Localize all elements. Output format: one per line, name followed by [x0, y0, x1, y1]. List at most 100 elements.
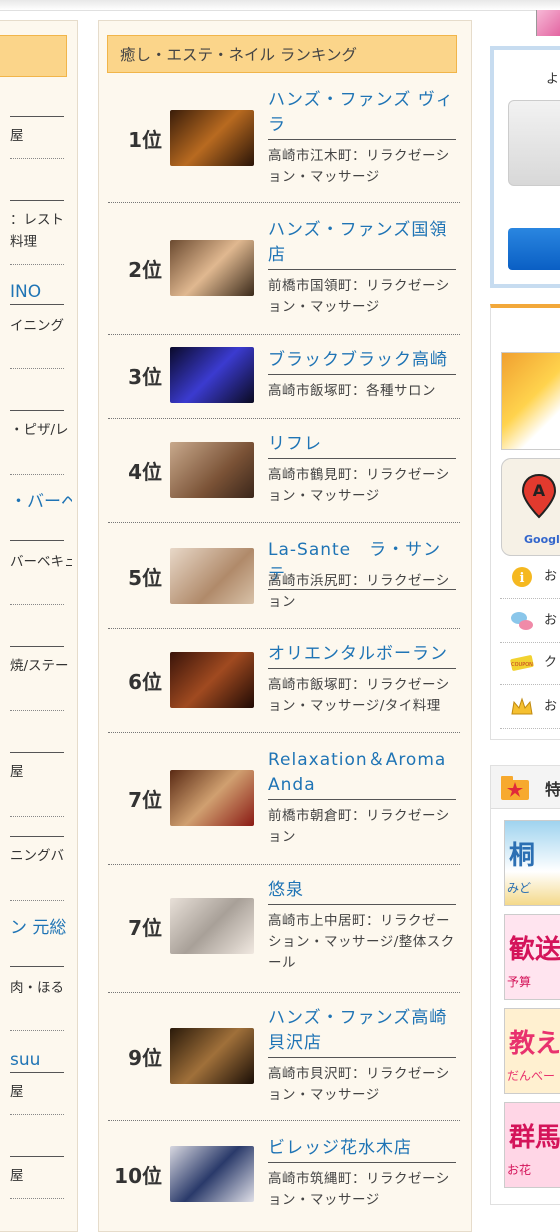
greeting-text: よ — [546, 72, 560, 87]
side-menu-label: お — [544, 699, 558, 714]
left-shop-desc: ・ピザ/レ — [10, 422, 69, 438]
side-menu-link[interactable]: iお — [508, 562, 560, 592]
rank-label: 6位 — [128, 669, 162, 694]
corner-banner[interactable] — [536, 10, 560, 36]
side-menu-link[interactable]: お — [508, 606, 560, 636]
rank-label: 1位 — [128, 128, 162, 152]
ranking-separator — [108, 732, 460, 733]
shop-name-link[interactable]: ブラックブラック高崎 — [268, 348, 456, 375]
shop-name-link[interactable]: ハンズ・ファンズ ヴィラ — [268, 88, 456, 140]
ranking-separator — [108, 628, 460, 629]
shop-thumbnail[interactable] — [170, 441, 254, 498]
left-divider — [10, 368, 64, 369]
left-shop-desc: ：レスト — [10, 212, 64, 228]
info-icon: i — [510, 566, 534, 588]
beer-banner[interactable] — [501, 352, 560, 450]
side-menu-divider — [500, 684, 560, 685]
shop-name-link[interactable]: ビレッジ花水木店 — [268, 1136, 456, 1163]
left-shop-link[interactable]: ン 元総 — [10, 918, 72, 939]
left-divider — [10, 264, 64, 265]
left-divider — [10, 540, 64, 541]
shop-description: 高崎市筑縄町：リラクゼーション・マッサージ — [268, 1171, 450, 1208]
login-button[interactable] — [508, 228, 560, 270]
side-menu-label: お — [544, 613, 558, 628]
feature-banner[interactable]: 教えてだんべー — [504, 1008, 560, 1094]
shop-description: 高崎市貝沢町：リラクゼーション・マッサージ — [268, 1066, 450, 1103]
shop-description: 高崎市鶴見町：リラクゼーション・マッサージ — [268, 467, 450, 504]
ranking-separator — [108, 992, 460, 993]
shop-name-link[interactable]: オリエンタルボーラン — [268, 642, 456, 669]
ranking-separator — [108, 1120, 460, 1121]
shop-thumbnail[interactable] — [170, 770, 254, 826]
left-panel-header — [0, 35, 67, 77]
shop-thumbnail[interactable] — [170, 1028, 254, 1084]
left-divider — [10, 200, 64, 201]
left-shop-desc: 料理 — [10, 234, 37, 250]
left-shop-desc: 屋 — [10, 1084, 24, 1100]
banner-title: 桐 — [509, 841, 536, 871]
side-menu-divider — [500, 728, 560, 729]
left-divider — [10, 900, 64, 901]
left-shop-desc: イニング — [10, 318, 64, 334]
feature-header: 特 — [491, 766, 560, 809]
ranking-separator — [108, 522, 460, 523]
crown-icon — [510, 696, 534, 718]
side-menu-link[interactable]: お — [508, 692, 560, 722]
rank-label: 7位 — [128, 788, 162, 812]
ranking-separator — [108, 418, 460, 419]
feature-banner[interactable]: 群馬 お花 — [504, 1102, 560, 1188]
side-menu-link[interactable]: COUPON ク — [508, 648, 560, 678]
left-divider — [10, 836, 64, 837]
shop-thumbnail[interactable] — [170, 110, 254, 166]
avatar[interactable] — [508, 100, 560, 186]
shop-thumbnail[interactable] — [170, 347, 254, 403]
rank-label: 7位 — [128, 916, 162, 940]
shop-name-link[interactable]: ハンズ・ファンズ国領店 — [268, 218, 456, 270]
rank-label: 9位 — [128, 1046, 162, 1070]
svg-text:i: i — [520, 571, 525, 586]
feature-banner[interactable]: 歓送 予算 — [504, 914, 560, 1000]
side-menu-label: ク — [544, 655, 558, 670]
shop-thumbnail[interactable] — [170, 651, 254, 708]
left-shop-link[interactable]: suu — [10, 1050, 72, 1071]
rank-label: 10位 — [114, 1163, 162, 1188]
shop-description: 高崎市飯塚町：各種サロン — [268, 383, 436, 399]
left-shop-link[interactable]: INO — [10, 282, 72, 303]
banner-title: 歓送 — [509, 935, 560, 965]
rank-label: 4位 — [128, 459, 162, 484]
shop-name-link[interactable]: 悠泉 — [268, 878, 456, 905]
banner-subtitle: 予算 — [507, 975, 532, 989]
ranking-separator — [108, 202, 460, 203]
shop-name-link[interactable]: リフレ — [268, 432, 456, 459]
left-divider — [10, 1198, 64, 1199]
feature-title: 特 — [545, 780, 560, 799]
shop-thumbnail[interactable] — [170, 240, 254, 296]
left-divider — [10, 116, 64, 117]
ranking-separator — [108, 334, 460, 335]
shop-thumbnail[interactable] — [170, 1145, 254, 1202]
left-divider — [10, 474, 64, 475]
left-divider — [10, 816, 64, 817]
banner-subtitle: みど — [507, 881, 532, 895]
svg-text:A: A — [533, 481, 546, 500]
shop-thumbnail[interactable] — [170, 898, 254, 954]
shop-thumbnail[interactable] — [170, 547, 254, 604]
left-divider — [10, 604, 64, 605]
shop-description: 高崎市浜尻町：リラクゼーション — [268, 573, 450, 610]
rank-label: 5位 — [128, 565, 162, 590]
map-banner[interactable]: A Google — [501, 458, 560, 556]
ranking-separator — [108, 864, 460, 865]
left-shop-desc: 肉・ほる — [10, 980, 64, 996]
left-shop-desc: バーベキュ — [10, 554, 72, 570]
left-divider — [10, 1156, 64, 1157]
left-divider — [10, 304, 64, 305]
shop-name-link[interactable]: Relaxation＆Aroma Anda — [268, 748, 456, 800]
chat-bubbles-icon — [510, 610, 534, 632]
left-divider — [10, 966, 64, 967]
shop-description: 高崎市上中居町：リラクゼーション・マッサージ/整体スクール — [268, 913, 455, 971]
feature-banner[interactable]: 桐みど — [504, 820, 560, 906]
shop-name-link[interactable]: ハンズ・ファンズ高崎貝沢店 — [268, 1006, 456, 1058]
rank-label: 2位 — [128, 258, 162, 282]
left-shop-link[interactable]: ・バーベ — [10, 492, 72, 513]
shop-description: 前橋市朝倉町：リラクゼーション — [268, 808, 450, 845]
